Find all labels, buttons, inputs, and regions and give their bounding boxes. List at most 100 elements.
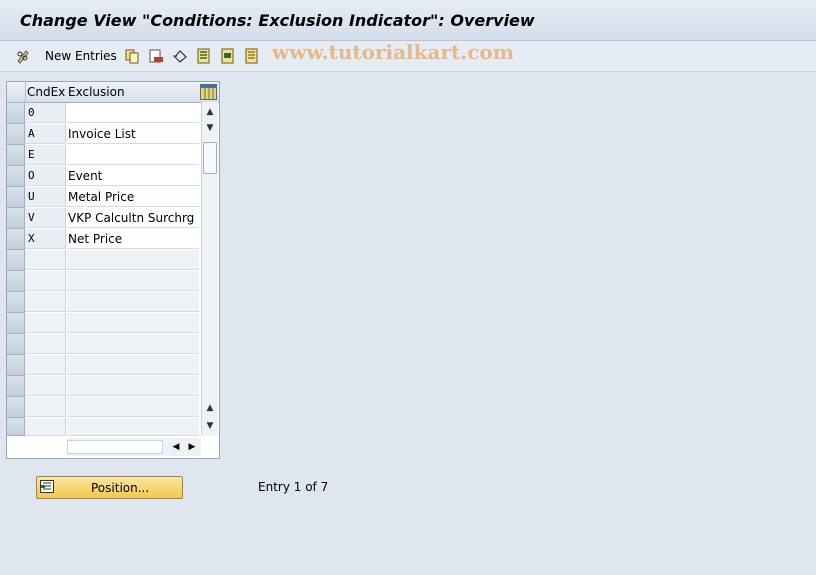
- empty-cell: [25, 376, 66, 396]
- table-row[interactable]: O Event: [7, 166, 199, 187]
- empty-cell: [67, 292, 199, 312]
- delete-icon: [148, 48, 164, 64]
- row-selector[interactable]: [7, 355, 25, 376]
- page-title: Change View "Conditions: Exclusion Indic…: [20, 11, 535, 30]
- new-entries-label: New Entries: [45, 49, 117, 63]
- cndex-cell: U: [25, 187, 66, 207]
- deselect-all-button[interactable]: [244, 47, 260, 65]
- page-down-icon[interactable]: ▲: [202, 400, 218, 416]
- select-all-rows-cell[interactable]: [7, 82, 26, 102]
- exclusion-cell[interactable]: VKP Calcultn Surchrg: [67, 208, 199, 228]
- select-block-button[interactable]: [220, 47, 236, 65]
- row-selector[interactable]: [7, 187, 25, 208]
- scroll-right-icon[interactable]: ▶: [185, 440, 199, 454]
- undo-icon: [172, 48, 188, 64]
- cndex-cell: A: [25, 124, 66, 144]
- empty-cell: [67, 376, 199, 396]
- empty-cell: [67, 271, 199, 291]
- position-button[interactable]: Position...: [36, 476, 183, 499]
- empty-cell: [67, 397, 199, 417]
- exclusion-cell[interactable]: Metal Price: [67, 187, 199, 207]
- horizontal-scrollbar[interactable]: ◀ ▶: [67, 438, 201, 456]
- row-selector[interactable]: [7, 250, 25, 271]
- empty-row: [7, 355, 199, 376]
- empty-cell: [67, 418, 199, 436]
- empty-cell: [67, 355, 199, 375]
- table-row[interactable]: U Metal Price: [7, 187, 199, 208]
- empty-row: [7, 397, 199, 418]
- empty-cell: [25, 397, 66, 417]
- copy-icon: [124, 48, 140, 64]
- empty-cell: [25, 355, 66, 375]
- select-block-icon: [220, 48, 236, 64]
- empty-cell: [25, 418, 66, 436]
- empty-cell: [25, 250, 66, 270]
- row-selector[interactable]: [7, 271, 25, 292]
- empty-row: [7, 334, 199, 355]
- row-selector[interactable]: [7, 145, 25, 166]
- table-row[interactable]: 0: [7, 103, 199, 124]
- empty-row: [7, 271, 199, 292]
- row-selector[interactable]: [7, 229, 25, 250]
- table-row[interactable]: A Invoice List: [7, 124, 199, 145]
- horizontal-scroll-track[interactable]: [67, 440, 163, 454]
- copy-as-button[interactable]: [124, 47, 140, 65]
- empty-row: [7, 376, 199, 397]
- vertical-scrollbar[interactable]: ▲ ▼ ▲ ▼: [201, 102, 218, 436]
- exclusion-cell[interactable]: [67, 103, 199, 123]
- entry-counter: Entry 1 of 7: [258, 480, 329, 494]
- pencil-glasses-icon: [16, 48, 32, 64]
- row-selector[interactable]: [7, 208, 25, 229]
- empty-row: [7, 250, 199, 271]
- row-selector[interactable]: [7, 418, 25, 436]
- empty-cell: [67, 334, 199, 354]
- page-up-icon[interactable]: ▼: [202, 120, 218, 136]
- cndex-cell: V: [25, 208, 66, 228]
- empty-cell: [25, 313, 66, 333]
- scroll-left-icon[interactable]: ◀: [169, 440, 183, 454]
- exclusion-cell[interactable]: [67, 145, 199, 165]
- exclusion-table: CndEx Exclusion 0 A Invoice List E O Eve…: [6, 81, 220, 459]
- position-button-label: Position...: [91, 481, 150, 495]
- scroll-down-icon[interactable]: ▼: [202, 418, 218, 434]
- row-selector[interactable]: [7, 166, 25, 187]
- table-settings-icon[interactable]: [200, 84, 217, 100]
- row-selector[interactable]: [7, 334, 25, 355]
- position-icon: [40, 480, 54, 493]
- select-all-button[interactable]: [196, 47, 212, 65]
- cndex-cell: E: [25, 145, 66, 165]
- empty-cell: [67, 313, 199, 333]
- table-row[interactable]: E: [7, 145, 199, 166]
- row-selector[interactable]: [7, 313, 25, 334]
- table-row[interactable]: V VKP Calcultn Surchrg: [7, 208, 199, 229]
- row-selector[interactable]: [7, 103, 25, 124]
- empty-row: [7, 292, 199, 313]
- empty-cell: [25, 334, 66, 354]
- exclusion-cell[interactable]: Net Price: [67, 229, 199, 249]
- empty-cell: [25, 292, 66, 312]
- exclusion-cell[interactable]: Event: [67, 166, 199, 186]
- row-selector[interactable]: [7, 376, 25, 397]
- delete-button[interactable]: [148, 47, 164, 65]
- scroll-up-icon[interactable]: ▲: [202, 104, 218, 120]
- scroll-thumb[interactable]: [203, 142, 217, 174]
- row-selector[interactable]: [7, 292, 25, 313]
- empty-row: [7, 418, 199, 436]
- column-header-exclusion[interactable]: Exclusion: [68, 85, 125, 99]
- deselect-all-icon: [244, 48, 260, 64]
- cndex-cell: O: [25, 166, 66, 186]
- column-header-cndex[interactable]: CndEx: [27, 85, 65, 99]
- empty-cell: [67, 250, 199, 270]
- new-entries-button[interactable]: New Entries: [16, 47, 117, 65]
- title-bar: Change View "Conditions: Exclusion Indic…: [0, 0, 816, 41]
- cndex-cell: 0: [25, 103, 66, 123]
- empty-cell: [25, 271, 66, 291]
- cndex-cell: X: [25, 229, 66, 249]
- exclusion-cell[interactable]: Invoice List: [67, 124, 199, 144]
- undo-change-button[interactable]: [172, 47, 188, 65]
- table-header: CndEx Exclusion: [7, 82, 219, 103]
- table-row[interactable]: X Net Price: [7, 229, 199, 250]
- empty-row: [7, 313, 199, 334]
- row-selector[interactable]: [7, 397, 25, 418]
- row-selector[interactable]: [7, 124, 25, 145]
